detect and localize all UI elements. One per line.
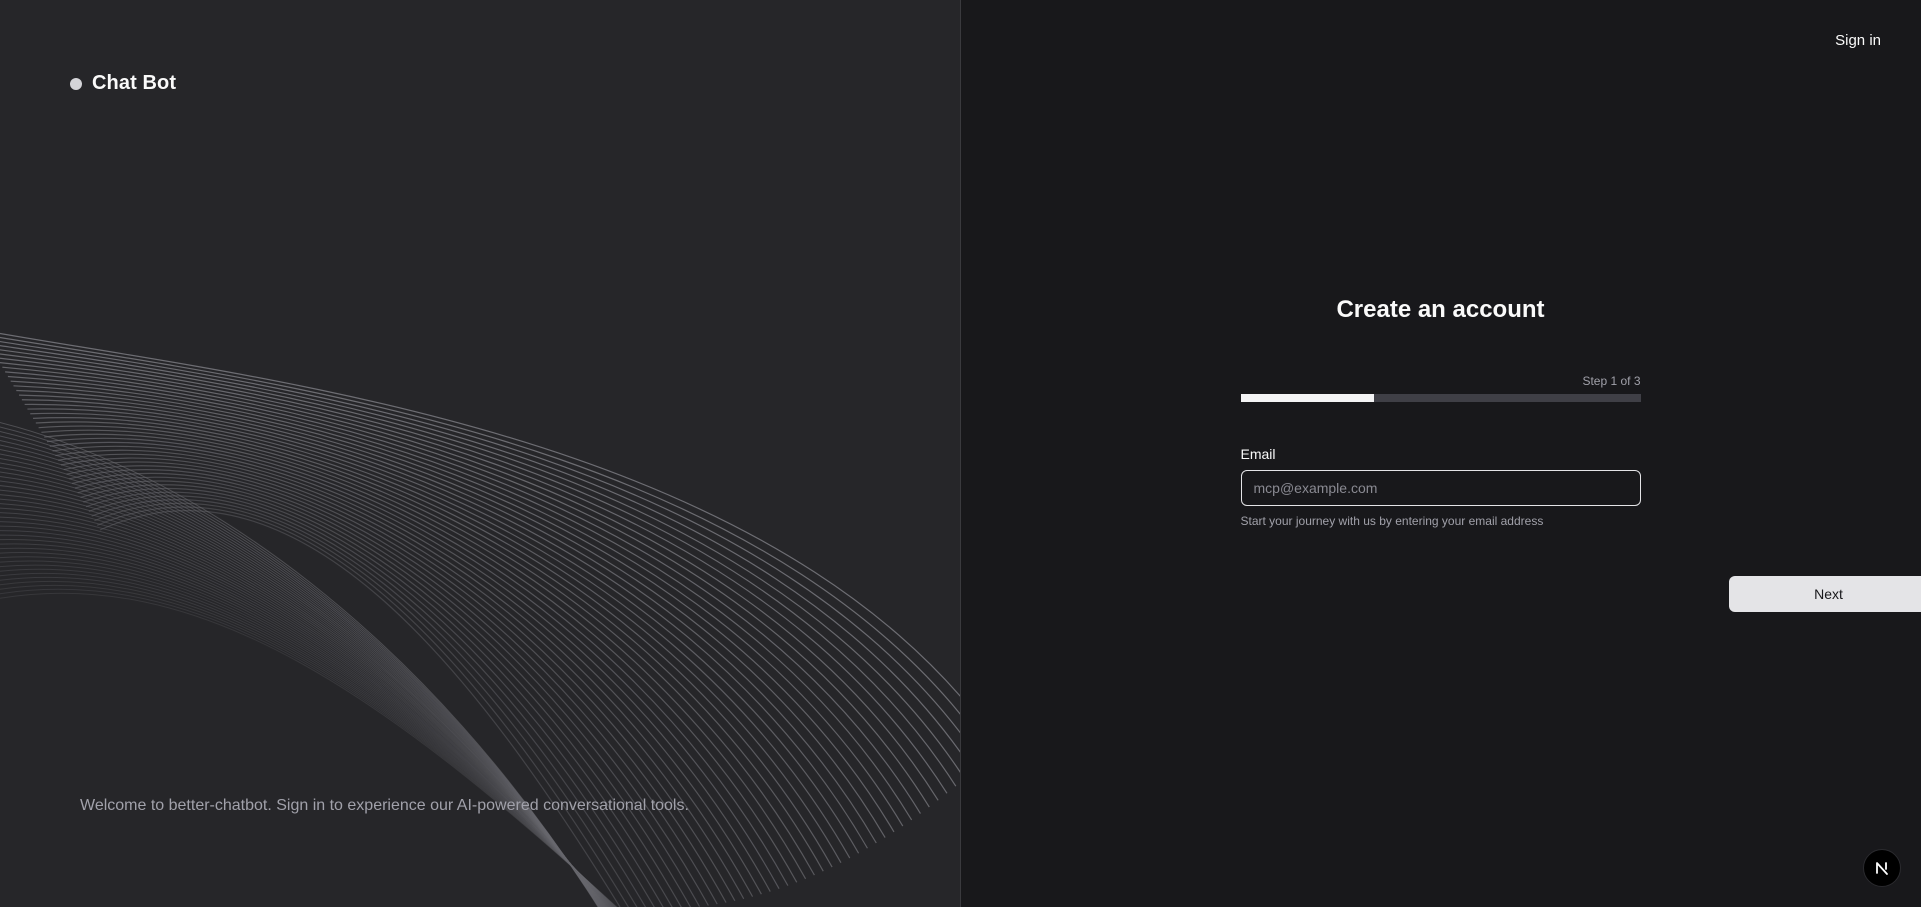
signup-form: Create an account Step 1 of 3 Email Star… <box>1240 296 1921 612</box>
wave-line <box>0 507 608 907</box>
progress-bar <box>1240 394 1641 402</box>
wave-line <box>24 403 860 854</box>
wave-line <box>27 408 851 859</box>
left-panel: Chat Bot Welcome to better-chatbot. Sign… <box>0 0 961 907</box>
email-hint: Start your journey with us by entering y… <box>1240 514 1544 528</box>
step-indicator: Step 1 of 3 <box>1582 374 1641 388</box>
wave-line <box>16 389 886 838</box>
sign-in-link[interactable]: Sign in <box>1835 32 1881 49</box>
decorative-waves <box>0 332 960 907</box>
email-field[interactable] <box>1240 470 1641 506</box>
wave-line <box>85 491 664 907</box>
nextjs-glyph <box>1876 862 1888 875</box>
wave-line <box>0 458 603 907</box>
nextjs-n-icon[interactable] <box>1863 849 1901 887</box>
brand: Chat Bot <box>70 72 176 95</box>
progress-bar-fill <box>1240 394 1374 402</box>
email-label: Email <box>1240 446 1276 462</box>
next-button[interactable]: Next <box>1728 576 1921 612</box>
circle-dot-icon <box>70 77 82 90</box>
page-title: Create an account <box>1336 296 1545 323</box>
wave-line <box>0 498 607 907</box>
welcome-text: Welcome to better-chatbot. Sign in to ex… <box>80 797 689 814</box>
wave-line <box>0 485 606 907</box>
right-panel: Sign in Create an account Step 1 of 3 Em… <box>960 0 1921 907</box>
wave-line <box>0 580 617 907</box>
signup-page: Chat Bot Welcome to better-chatbot. Sign… <box>0 0 1921 907</box>
wave-line <box>0 564 615 907</box>
wave-line <box>0 512 609 907</box>
brand-name: Chat Bot <box>92 72 177 94</box>
wave-line <box>99 510 621 907</box>
